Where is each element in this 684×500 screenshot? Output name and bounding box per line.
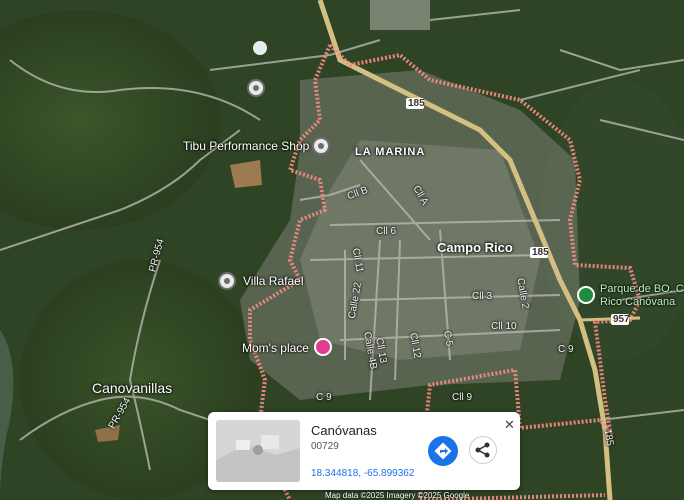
street-view-thumbnail[interactable] bbox=[216, 420, 300, 482]
location-coordinates[interactable]: 18.344818, -65.899362 bbox=[311, 468, 414, 479]
directions-button[interactable] bbox=[428, 436, 458, 466]
route-185-label: 185 bbox=[408, 98, 425, 109]
location-zip: 00729 bbox=[311, 441, 339, 452]
directions-icon bbox=[434, 442, 452, 460]
share-button[interactable] bbox=[469, 436, 497, 464]
close-button[interactable]: ✕ bbox=[504, 417, 515, 433]
route-185-label: 185 bbox=[532, 247, 549, 258]
location-info-card[interactable]: Canóvanas 00729 18.344818, -65.899362 ✕ bbox=[208, 412, 520, 490]
street-label: C 9 bbox=[558, 344, 574, 355]
area-label-la-marina: LA MARINA bbox=[355, 146, 426, 158]
place-label-campo-rico: Campo Rico bbox=[437, 240, 513, 255]
place-label-villa-rafael[interactable]: Villa Rafael bbox=[243, 274, 303, 288]
street-label: Cll 9 bbox=[452, 392, 473, 403]
place-label-tibu[interactable]: Tibu Performance Shop bbox=[183, 139, 309, 153]
street-label: Cll 6 bbox=[376, 226, 397, 237]
share-icon bbox=[475, 442, 490, 458]
shopping-pin-icon[interactable] bbox=[314, 338, 332, 356]
park-pin-icon[interactable] bbox=[577, 286, 595, 304]
place-label-moms-place[interactable]: Mom's place bbox=[242, 341, 309, 355]
pin-icon[interactable] bbox=[312, 137, 330, 155]
place-label-parque-2[interactable]: Rico Canóvana bbox=[600, 296, 675, 308]
pin-icon[interactable] bbox=[247, 79, 265, 97]
route-957-label: 957 bbox=[613, 314, 630, 325]
location-title: Canóvanas bbox=[311, 423, 377, 438]
map-attribution: Map data ©2025 Imagery ©2025 Google bbox=[325, 491, 470, 500]
street-label: Cll 10 bbox=[491, 321, 517, 332]
pin-icon[interactable] bbox=[218, 272, 236, 290]
place-label-parque[interactable]: Parque de BO. C bbox=[600, 283, 684, 295]
place-label-canovanillas: Canovanillas bbox=[92, 380, 173, 396]
street-label: C 9 bbox=[316, 392, 332, 403]
street-label: Cll 3 bbox=[472, 291, 493, 302]
